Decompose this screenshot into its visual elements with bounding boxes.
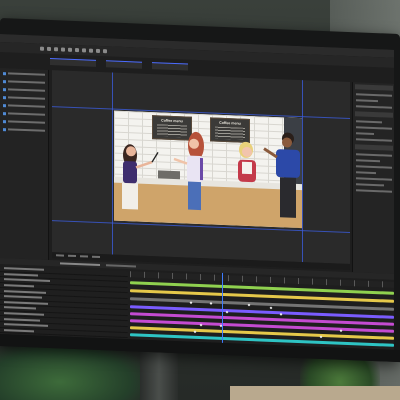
list-item[interactable] — [3, 78, 45, 86]
project-folder-icon — [3, 103, 6, 107]
panel-header[interactable] — [355, 144, 393, 151]
toolbar-tool-icon[interactable] — [96, 48, 100, 54]
keyframe[interactable] — [199, 323, 203, 327]
character-man-right — [263, 132, 300, 218]
toolbar-tool-icon[interactable] — [54, 47, 58, 52]
character-woman-blonde — [238, 141, 256, 183]
project-folder-icon — [3, 71, 6, 75]
keyframe[interactable] — [209, 302, 213, 305]
keyframe[interactable] — [189, 301, 193, 305]
list-item[interactable] — [3, 94, 45, 102]
toolbar-tool-icon[interactable] — [103, 49, 107, 54]
properties-panel — [352, 82, 394, 274]
panel-header[interactable] — [355, 84, 393, 91]
guide-line[interactable] — [302, 80, 303, 263]
characters-illustration — [122, 131, 300, 218]
toolbar-tool-icon[interactable] — [75, 48, 79, 53]
project-folder-icon — [3, 95, 6, 99]
toolbar-tool-icon[interactable] — [61, 47, 65, 52]
tab-timeline[interactable] — [60, 262, 100, 267]
coffee-machine — [158, 170, 180, 180]
layer-list — [0, 266, 128, 344]
list-item[interactable] — [3, 110, 45, 118]
zoom-control[interactable] — [56, 254, 64, 257]
toolbar-tool-icon[interactable] — [40, 46, 44, 51]
monitor: Coffee menu Coffee menu — [0, 18, 400, 363]
project-folder-icon — [3, 87, 6, 91]
channel-control[interactable] — [92, 255, 100, 259]
tab-composition[interactable] — [50, 57, 96, 67]
project-panel — [0, 68, 49, 260]
playhead[interactable] — [222, 272, 223, 343]
desk — [230, 386, 400, 400]
toolbar-tool-icon[interactable] — [89, 48, 93, 53]
keyframe[interactable] — [225, 310, 229, 314]
keyframe[interactable] — [247, 303, 251, 307]
list-item[interactable] — [3, 86, 45, 94]
project-folder-icon — [3, 127, 6, 131]
tab-render-queue[interactable] — [106, 264, 136, 268]
project-folder-icon — [3, 111, 6, 115]
character-woman-red — [173, 131, 204, 211]
composition-viewer[interactable]: Coffee menu Coffee menu — [52, 70, 350, 265]
toolbar-tool-icon[interactable] — [68, 47, 72, 52]
toolbar-tool-icon[interactable] — [47, 46, 51, 52]
composition-frame[interactable]: Coffee menu Coffee menu — [114, 110, 302, 229]
tab-footage[interactable] — [152, 61, 188, 71]
project-folder-icon — [3, 119, 6, 123]
list-item[interactable] — [3, 70, 45, 78]
toolbar-tool-icon[interactable] — [82, 48, 86, 53]
resolution-control[interactable] — [68, 254, 76, 258]
timeline-tracks[interactable] — [130, 279, 394, 350]
timecode-control[interactable] — [80, 255, 88, 258]
list-item[interactable] — [3, 126, 45, 134]
keyframe[interactable] — [269, 306, 273, 310]
project-folder-icon — [3, 79, 6, 83]
panel-header[interactable] — [355, 111, 393, 118]
character-woman-left — [122, 144, 159, 210]
keyframe[interactable] — [279, 312, 283, 316]
guide-line[interactable] — [112, 72, 113, 255]
list-item[interactable] — [3, 118, 45, 126]
editor-screen: Coffee menu Coffee menu — [0, 34, 394, 350]
tab-layer[interactable] — [106, 59, 142, 69]
list-item[interactable] — [3, 102, 45, 110]
keyframe[interactable] — [319, 335, 323, 339]
keyframe[interactable] — [193, 330, 197, 334]
keyframe[interactable] — [339, 329, 343, 333]
